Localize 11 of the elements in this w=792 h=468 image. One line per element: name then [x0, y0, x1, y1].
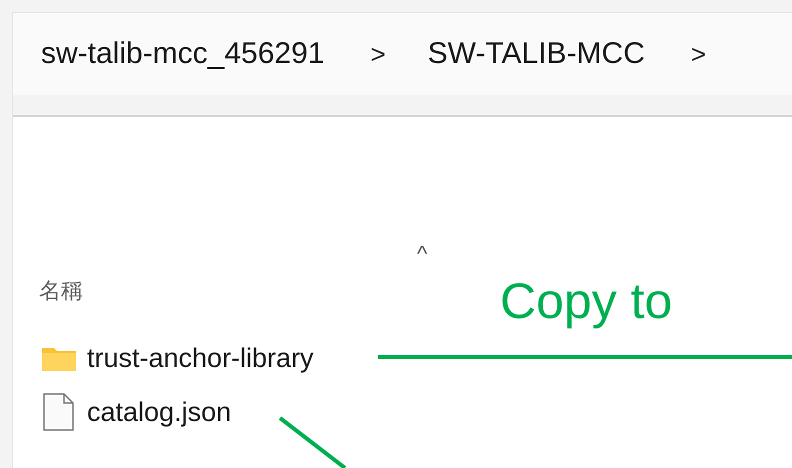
annotation-text: Copy to: [500, 272, 672, 330]
breadcrumb-separator: >: [370, 38, 386, 70]
breadcrumb-item[interactable]: SW-TALIB-MCC: [428, 37, 645, 71]
column-header[interactable]: 名稱: [39, 276, 83, 306]
sort-caret: ^: [417, 241, 428, 267]
leader-line: [278, 416, 346, 468]
file-name[interactable]: trust-anchor-library: [87, 342, 314, 374]
breadcrumb-item[interactable]: sw-talib-mcc_456291: [41, 37, 324, 71]
breadcrumb-separator: >: [690, 38, 706, 70]
file-name[interactable]: catalog.json: [87, 396, 232, 428]
file-icon: [41, 393, 77, 431]
